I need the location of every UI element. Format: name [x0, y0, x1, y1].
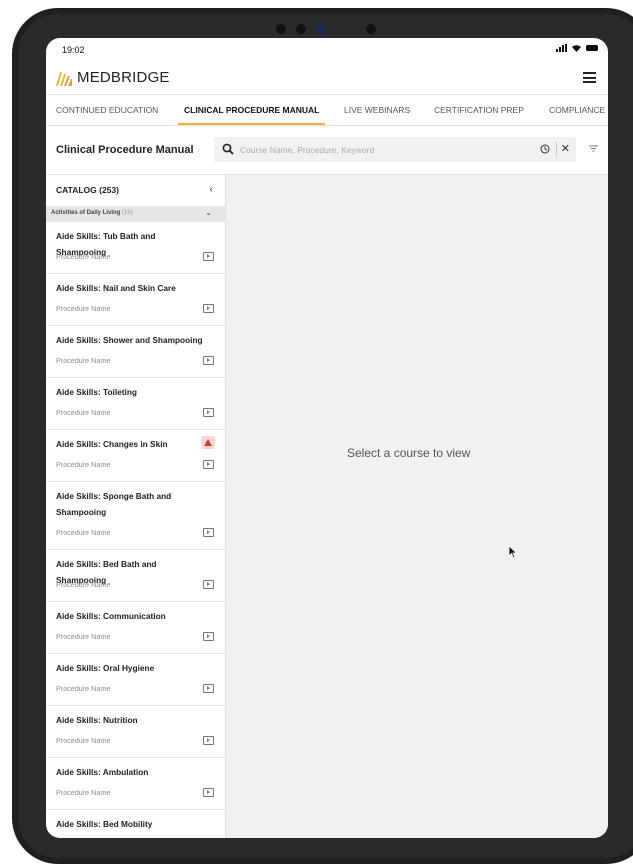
close-icon[interactable]: ✕ [561, 142, 570, 157]
procedure-title: Aide Skills: Ambulation [56, 767, 149, 777]
empty-state-message: Select a course to view [347, 446, 471, 460]
procedure-toolbar: Clinical Procedure Manual ✕ [46, 126, 608, 175]
procedure-title: Aide Skills: Sponge Bath and Shampooing [56, 491, 172, 517]
video-play-icon[interactable] [203, 304, 214, 313]
procedure-title: Aide Skills: Shower and Shampooing [56, 335, 203, 345]
procedure-title: Aide Skills: Toileting [56, 387, 137, 397]
top-tabs: CONTINUED EDUCATION CLINICAL PROCEDURE M… [46, 95, 608, 126]
brand-logo[interactable]: MEDBRIDGE [56, 69, 170, 86]
tab-label: CONTINUED EDUCATION [56, 105, 159, 115]
video-play-icon[interactable] [203, 684, 214, 693]
procedure-subtitle: Procedure Name [56, 460, 111, 469]
warning-icon[interactable] [201, 436, 215, 449]
video-play-icon[interactable] [203, 252, 214, 261]
camera-lens [316, 24, 326, 34]
procedure-list-item[interactable]: Aide Skills: Shower and Shampooing Proced… [46, 326, 225, 378]
search-icon[interactable] [222, 143, 234, 155]
procedure-title: Aide Skills: Communication [56, 611, 166, 621]
status-bar: 19:02 [46, 38, 608, 62]
procedure-subtitle: Procedure Name [56, 304, 111, 313]
procedure-subtitle: Procedure Name [56, 408, 111, 417]
video-play-icon[interactable] [203, 788, 214, 797]
procedure-list-item[interactable]: Aide Skills: Communication Procedure Name [46, 602, 225, 654]
procedure-title: Aide Skills: Nail and Skin Care [56, 283, 176, 293]
cellular-signal-icon [556, 44, 567, 52]
video-play-icon[interactable] [203, 408, 214, 417]
catalog-title: CATALOG (253) [56, 185, 119, 195]
section-header[interactable]: Activities of Daily Living (15) ⌄ [46, 206, 225, 222]
video-play-icon[interactable] [203, 580, 214, 589]
tab-certification-prep[interactable]: CERTIFICATION PREP [434, 95, 524, 125]
procedure-subtitle: Procedure Name [56, 356, 111, 365]
procedure-subtitle: Procedure Name [56, 632, 111, 641]
procedure-list-item[interactable]: Aide Skills: Toileting Procedure Name [46, 378, 225, 430]
sensor-dot [276, 24, 286, 34]
chevron-down-icon[interactable]: ⌄ [205, 208, 212, 217]
tab-label: LIVE WEBINARS [344, 105, 411, 115]
medbridge-logo-icon [56, 71, 72, 86]
content-panel: Select a course to view [226, 175, 608, 838]
procedure-subtitle: Procedure Name [56, 528, 111, 537]
procedure-list-item[interactable]: Aide Skills: Oral Hygiene Procedure Name [46, 654, 225, 706]
wifi-icon [572, 44, 581, 52]
procedure-list-item[interactable]: Aide Skills: Tub Bath and Shampooing Proc… [46, 222, 225, 274]
procedure-subtitle: Procedure Name [56, 252, 111, 261]
mouse-cursor-icon [508, 545, 518, 559]
brand-name: MEDBRIDGE [77, 69, 170, 86]
tab-clinical-procedure-manual[interactable]: CLINICAL PROCEDURE MANUAL [178, 95, 326, 125]
page-title: Clinical Procedure Manual [56, 144, 194, 156]
procedure-title: Aide Skills: Bed Mobility [56, 819, 153, 829]
search-input[interactable] [240, 141, 510, 158]
procedure-title: Aide Skills: Changes in Skin [56, 439, 168, 449]
hamburger-menu-icon[interactable] [583, 72, 596, 83]
tab-continued-education[interactable]: CONTINUED EDUCATION [56, 95, 158, 125]
procedure-list-item[interactable]: Aide Skills: Bed Bath and Shampooing Proc… [46, 550, 225, 602]
app-header: MEDBRIDGE [46, 62, 608, 95]
section-name: Activities of Daily Living [51, 210, 121, 216]
tab-compliance[interactable]: COMPLIANCE [549, 95, 605, 125]
video-play-icon[interactable] [203, 356, 214, 365]
section-count: (15) [122, 210, 133, 216]
procedure-list-item[interactable]: Aide Skills: Bed Mobility [46, 810, 225, 838]
active-tab-underline [178, 123, 326, 125]
history-icon[interactable] [540, 144, 550, 154]
catalog-header: CATALOG (253) ‹ [46, 175, 225, 206]
search-box: ✕ [214, 137, 576, 162]
sensor-dot [366, 24, 376, 34]
section-label: Activities of Daily Living (15) [51, 210, 133, 216]
status-time: 19:02 [62, 45, 85, 55]
procedure-title: Aide Skills: Nutrition [56, 715, 138, 725]
catalog-sidebar: CATALOG (253) ‹ Activities of Daily Livi… [46, 175, 226, 838]
procedure-list: Aide Skills: Tub Bath and Shampooing Proc… [46, 222, 225, 838]
sensor-dot [296, 24, 306, 34]
search-divider [556, 142, 557, 157]
tab-live-webinars[interactable]: LIVE WEBINARS [344, 95, 410, 125]
procedure-list-item[interactable]: Aide Skills: Nutrition Procedure Name [46, 706, 225, 758]
battery-icon [586, 45, 598, 51]
chevron-left-icon[interactable]: ‹ [210, 184, 213, 195]
tab-label: CLINICAL PROCEDURE MANUAL [184, 105, 320, 115]
procedure-subtitle: Procedure Name [56, 684, 111, 693]
tab-label: CERTIFICATION PREP [434, 105, 524, 115]
procedure-list-item[interactable]: Aide Skills: Sponge Bath and Shampooing P… [46, 482, 225, 550]
procedure-subtitle: Procedure Name [56, 788, 111, 797]
procedure-list-item[interactable]: Aide Skills: Ambulation Procedure Name [46, 758, 225, 810]
tab-label: COMPLIANCE [549, 105, 606, 115]
video-play-icon[interactable] [203, 528, 214, 537]
procedure-list-item[interactable]: Aide Skills: Changes in Skin Procedure Na… [46, 430, 225, 482]
procedure-subtitle: Procedure Name [56, 580, 111, 589]
app-screen: 19:02 MEDBRIDGE CONTINUED EDUCATION CLIN… [46, 38, 608, 838]
video-play-icon[interactable] [203, 736, 214, 745]
procedure-subtitle: Procedure Name [56, 736, 111, 745]
procedure-title: Aide Skills: Oral Hygiene [56, 663, 155, 673]
filter-icon[interactable] [589, 145, 598, 152]
procedure-list-item[interactable]: Aide Skills: Nail and Skin Care Procedure… [46, 274, 225, 326]
video-play-icon[interactable] [203, 632, 214, 641]
video-play-icon[interactable] [203, 460, 214, 469]
